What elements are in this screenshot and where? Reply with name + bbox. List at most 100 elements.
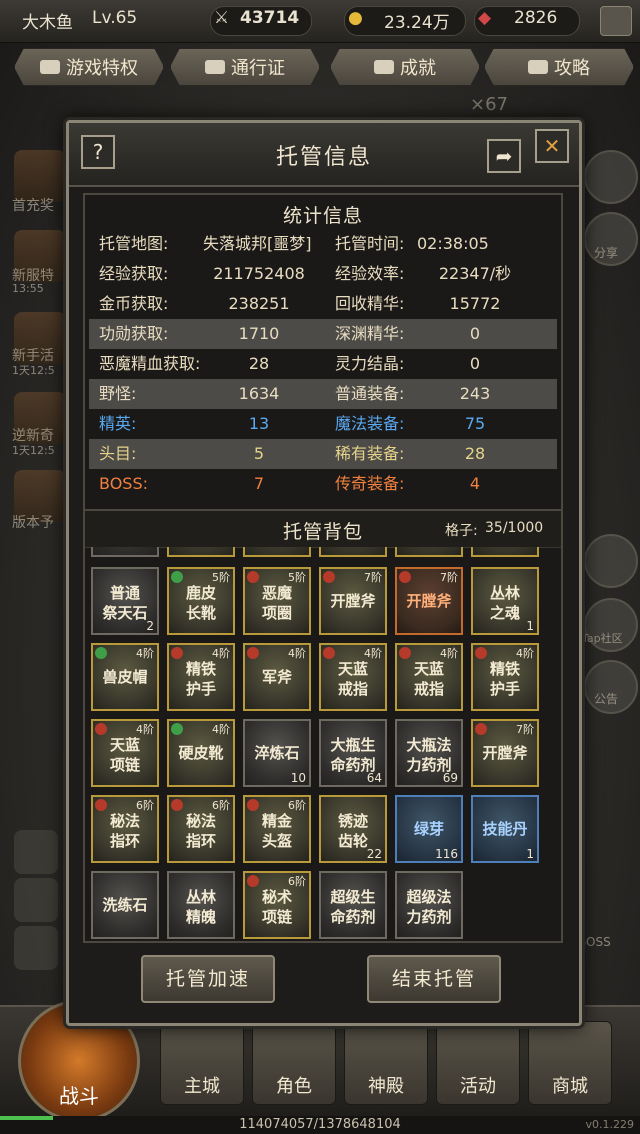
bag-slot[interactable]: [319, 547, 387, 557]
item-tier: 4阶: [212, 647, 230, 660]
chat-icon[interactable]: [584, 534, 638, 588]
item-name: 精铁 护手: [489, 660, 520, 698]
nav-guide[interactable]: 攻略: [484, 48, 634, 86]
item-name: 恶魔 项圈: [261, 584, 292, 622]
stat-value: 211752408: [213, 264, 305, 283]
bag-slot[interactable]: 鹿皮 长靴 5阶: [167, 567, 235, 635]
item-name: 大瓶法 力药剂: [406, 736, 452, 774]
stat-label: 功勋获取:: [99, 324, 169, 343]
nav-activity[interactable]: 活动: [436, 1021, 520, 1105]
diamond-icon: [40, 60, 60, 74]
close-button[interactable]: ✕: [535, 129, 569, 163]
bag-slot[interactable]: [243, 547, 311, 557]
stat-label: 稀有装备:: [335, 444, 405, 463]
item-name: 精金 头盔: [261, 812, 292, 850]
item-name: 大瓶生 命药剂: [330, 736, 376, 774]
item-name: 开膛斧: [406, 592, 452, 610]
stat-label: 灵力结晶:: [335, 354, 405, 373]
dialog-title-bar: ? 托管信息 ➦ ✕: [69, 123, 579, 187]
stats-row: 恶魔精血获取: 28 灵力结晶: 0: [89, 349, 557, 379]
bag-slot[interactable]: 硬皮靴 4阶: [167, 719, 235, 787]
item-tier: 4阶: [212, 723, 230, 736]
item-tier: 6阶: [288, 799, 306, 812]
player-name: 大木鱼: [22, 13, 73, 33]
stat-value: 28: [248, 354, 270, 373]
stat-label: 魔法装备:: [335, 414, 405, 433]
bag-slot[interactable]: 大瓶法 力药剂 69: [395, 719, 463, 787]
bag-slot[interactable]: 技能丹 1: [471, 795, 539, 863]
bag-slot[interactable]: 兽皮帽 4阶: [91, 643, 159, 711]
bag-slot[interactable]: 大瓶生 命药剂 64: [319, 719, 387, 787]
stat-label: 头目:: [99, 444, 137, 463]
stat-value: 7: [253, 474, 265, 493]
bag-slot[interactable]: 丛林 之魂 1: [471, 567, 539, 635]
bag-slot[interactable]: 锈迹 齿轮 22: [319, 795, 387, 863]
item-quality-badge-icon: [247, 647, 259, 659]
item-name: 丛林 之魂: [489, 584, 520, 622]
bag-slot[interactable]: [167, 547, 235, 557]
bag-slot[interactable]: 开膛斧 7阶: [319, 567, 387, 635]
nav-character[interactable]: 角色: [252, 1021, 336, 1105]
bag-slot[interactable]: [471, 547, 539, 557]
location-icon[interactable]: [14, 878, 58, 922]
nav-achievement[interactable]: 成就: [330, 48, 480, 86]
exp-fill: [0, 1116, 54, 1120]
gold-coin-icon: ●: [348, 8, 363, 28]
nav-pass[interactable]: 通行证: [170, 48, 320, 86]
bag-slot[interactable]: 普通 祭天石 2: [91, 567, 159, 635]
bag-slot[interactable]: 军斧 4阶: [243, 643, 311, 711]
book-icon: [528, 60, 548, 74]
stat-value: 22347/秒: [438, 264, 512, 283]
bag-slot[interactable]: 秘法 指环 6阶: [167, 795, 235, 863]
bag-slot[interactable]: 超级法 力药剂: [395, 871, 463, 939]
exp-bar: 114074057/1378648104 v0.1.229: [0, 1116, 640, 1134]
bag-slot[interactable]: 丛林 精魄: [167, 871, 235, 939]
gem-value: 2826: [514, 8, 558, 28]
item-name: 精铁 护手: [185, 660, 216, 698]
scale-icon[interactable]: [584, 150, 638, 204]
nav-shop[interactable]: 商城: [528, 1021, 612, 1105]
gear-icon[interactable]: [14, 926, 58, 970]
stat-label: 传奇装备:: [335, 474, 405, 493]
bag-slot[interactable]: 开膛斧 7阶: [395, 567, 463, 635]
info-icon[interactable]: [14, 830, 58, 874]
bag-slot[interactable]: 绿芽 116: [395, 795, 463, 863]
nav-main-city[interactable]: 主城: [160, 1021, 244, 1105]
hosting-speedup-button[interactable]: 托管加速: [141, 955, 275, 1003]
bag-slot[interactable]: 恶魔 项圈 5阶: [243, 567, 311, 635]
nav-game-privilege[interactable]: 游戏特权: [14, 48, 164, 86]
bag-slot[interactable]: 秘法 指环 6阶: [91, 795, 159, 863]
bag-grid[interactable]: 普通 祭天石 2 鹿皮 长靴 5阶 恶魔 项圈 5阶 开膛斧 7阶 开膛斧 7阶 丛林 之魂 1 兽皮帽 4阶 精铁…: [85, 547, 561, 939]
end-hosting-button[interactable]: 结束托管: [367, 955, 501, 1003]
bag-slot[interactable]: 精金 头盔 6阶: [243, 795, 311, 863]
bag-slot[interactable]: 开膛斧 7阶: [471, 719, 539, 787]
item-quality-badge-icon: [475, 647, 487, 659]
bag-capacity: 35/1000: [485, 520, 544, 536]
bag-slot[interactable]: 精铁 护手 4阶: [167, 643, 235, 711]
item-name: 技能丹: [482, 820, 528, 838]
bag-slot[interactable]: 天蓝 项链 4阶: [91, 719, 159, 787]
bag-capacity-label: 格子:: [445, 523, 478, 539]
bag-slot[interactable]: 天蓝 戒指 4阶: [395, 643, 463, 711]
bag-slot[interactable]: 淬炼石 10: [243, 719, 311, 787]
bag-slot[interactable]: 洗练石: [91, 871, 159, 939]
gold-value: 23.24万: [384, 13, 450, 33]
score-multiplier: ×67: [470, 94, 508, 115]
item-name: 硬皮靴: [178, 744, 224, 762]
tap-community-label: Tap社区: [582, 632, 623, 645]
item-name: 超级生 命药剂: [330, 888, 376, 926]
bag-slot[interactable]: 秘术 项链 6阶: [243, 871, 311, 939]
bag-slot[interactable]: 精铁 护手 4阶: [471, 643, 539, 711]
bag-slot[interactable]: [395, 547, 463, 557]
notice-label: 公告: [594, 692, 619, 706]
bag-slot[interactable]: 超级生 命药剂: [319, 871, 387, 939]
stats-row: 功勋获取: 1710 深渊精华: 0: [89, 319, 557, 349]
item-quality-badge-icon: [171, 571, 183, 583]
settings-icon[interactable]: [600, 6, 632, 36]
nav-temple[interactable]: 神殿: [344, 1021, 428, 1105]
bag-slot[interactable]: 天蓝 戒指 4阶: [319, 643, 387, 711]
bag-slot[interactable]: [91, 547, 159, 557]
share-arrow-button[interactable]: ➦: [487, 139, 521, 173]
stat-label: 恶魔精血获取:: [99, 354, 201, 373]
item-name: 丛林 精魄: [185, 888, 216, 926]
